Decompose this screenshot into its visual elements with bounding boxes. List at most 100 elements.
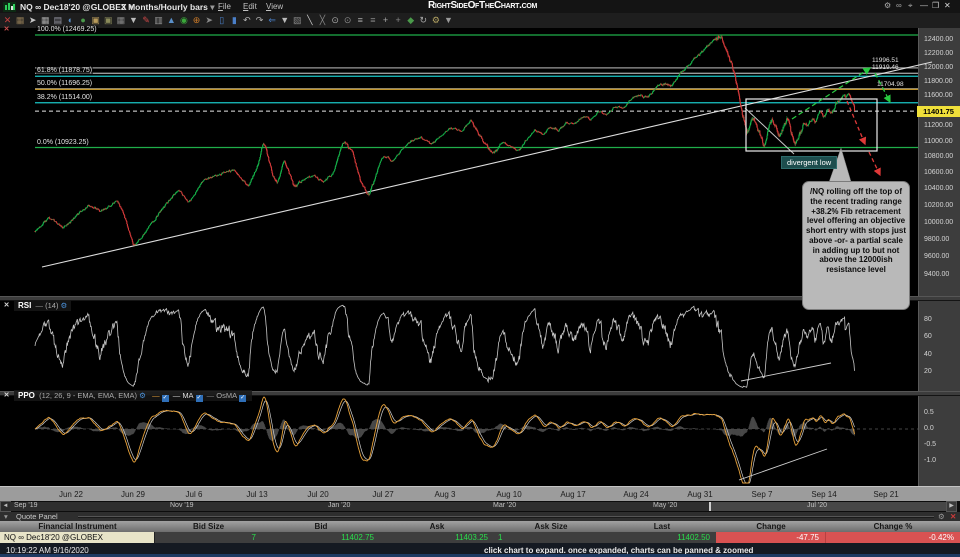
quote-last[interactable]: 11402.50 <box>608 532 716 543</box>
expand-v-icon[interactable]: + <box>393 14 404 27</box>
trading-app-window: { "window": { "symbol_title": "NQ ∞ Dec1… <box>0 0 960 557</box>
date-tick-label: Sep 7 <box>751 490 773 499</box>
mountain-icon[interactable]: ▲ <box>166 14 177 27</box>
close-price-pane-button[interactable]: ✕ <box>2 25 11 34</box>
collapse-icon[interactable]: ▾ <box>4 512 8 521</box>
globe-icon[interactable]: ◉ <box>178 14 189 27</box>
menu-edit[interactable]: Edit <box>243 2 257 11</box>
quote-change-pct[interactable]: -0.42% <box>826 532 960 543</box>
timeframe-selector[interactable]: 3 Months/Hourly bars ▾ <box>121 2 215 13</box>
target-icon[interactable]: ⊕ <box>191 14 202 27</box>
wrench-icon[interactable]: ⚙ <box>430 14 441 27</box>
snap-grid-icon[interactable]: ▦ <box>15 14 26 27</box>
grid2-icon[interactable]: ▦ <box>115 14 126 27</box>
quote-column-header[interactable]: Change % <box>826 522 960 531</box>
quote-close-icon[interactable]: ✕ <box>950 512 956 521</box>
rsi-settings-icon[interactable]: ⚙ <box>61 301 68 310</box>
minimize-icon[interactable]: — <box>920 1 928 10</box>
nav-range-label: Mar '20 <box>493 502 517 509</box>
ma-checkbox[interactable]: ✓ <box>195 395 203 402</box>
close-ppo-pane-button[interactable]: ✕ <box>2 391 11 400</box>
ppo-pane[interactable] <box>0 394 918 486</box>
panel-blue-icon[interactable]: ▯ <box>216 14 227 27</box>
scroll-right-button[interactable]: ▶ <box>946 501 957 512</box>
close-rsi-pane-button[interactable]: ✕ <box>2 301 11 310</box>
trendline-icon[interactable]: ╲ <box>304 14 315 27</box>
quote-column-header[interactable]: Financial Instrument <box>0 522 155 531</box>
quote-column-header[interactable]: Change <box>716 522 826 531</box>
more-icon[interactable]: ▼ <box>443 14 454 27</box>
app-icon <box>3 2 16 12</box>
nav-range-label: May '20 <box>653 502 678 509</box>
settings-gear-icon[interactable]: ⚙ <box>884 1 891 10</box>
quote-column-header[interactable]: Ask <box>380 522 494 531</box>
rsi-tick-label: 20 <box>924 368 932 375</box>
annotate-icon[interactable]: ✎ <box>141 14 152 27</box>
quote-settings-icon[interactable]: ⚙ <box>938 512 945 521</box>
link-charts-icon[interactable]: ∞ <box>896 1 902 10</box>
price-tick-label: 12000.00 <box>924 64 954 71</box>
ppo-checkbox[interactable]: ✓ <box>161 395 169 402</box>
quote-column-header[interactable]: Bid Size <box>155 522 262 531</box>
ppo-tick-label: 0.5 <box>924 409 934 416</box>
fib-level-label: 38.2% (11514.00) <box>36 94 94 101</box>
date-tick-label: Aug 3 <box>434 490 456 499</box>
dropdown-icon[interactable]: ▼ <box>128 14 139 27</box>
quote-bid[interactable]: 11402.75 <box>262 532 380 543</box>
quote-column-header[interactable]: Bid <box>262 522 380 531</box>
fib-ext-icon[interactable]: ≡ <box>367 14 378 27</box>
close-icon[interactable]: ✕ <box>944 1 951 10</box>
price-tick-label: 10200.00 <box>924 202 954 209</box>
rsi-pane[interactable] <box>0 299 918 391</box>
scrollbar-thumb[interactable] <box>709 502 946 511</box>
chart-tool-icon[interactable]: ▧ <box>292 14 303 27</box>
zoom-out-icon[interactable]: ⊙ <box>342 14 353 27</box>
bars-icon[interactable]: ▥ <box>153 14 164 27</box>
annotation-bubble[interactable]: /NQ rolling off the top of the recent tr… <box>802 181 910 310</box>
menu-view[interactable]: View <box>266 2 283 11</box>
panel-blue2-icon[interactable]: ▮ <box>229 14 240 27</box>
refresh-icon[interactable]: ↻ <box>418 14 429 27</box>
divergent-low-label[interactable]: divergent low <box>781 156 838 169</box>
quote-instrument[interactable]: NQ ∞ Dec18'20 @GLOBEX <box>0 532 155 543</box>
date-axis[interactable]: Jun 22 Jun 29 Jul 6 Jul 13 Jul 20 Jul 27 Aug 3… <box>0 486 960 502</box>
chart-symbol-title[interactable]: NQ ∞ Dec18'20 @GLOBEX ▾ <box>20 2 133 13</box>
quote-change[interactable]: -47.75 <box>716 532 826 543</box>
back-icon[interactable]: ⇐ <box>267 14 278 27</box>
shapes-icon[interactable]: ◆ <box>405 14 416 27</box>
date-tick-label: Jun 22 <box>58 490 84 499</box>
zoom-in-icon[interactable]: ⊙ <box>330 14 341 27</box>
redo-icon[interactable]: ↷ <box>254 14 265 27</box>
quote-panel-title: Quote Panel <box>16 512 58 521</box>
maximize-icon[interactable]: ❒ <box>932 1 939 10</box>
fib-retrace-icon[interactable]: ≡ <box>355 14 366 27</box>
quote-column-header[interactable]: Last <box>608 522 716 531</box>
quote-ask-size[interactable]: 1 <box>494 532 608 543</box>
quote-column-header[interactable]: Ask Size <box>494 522 608 531</box>
price-tick-label: 10800.00 <box>924 153 954 160</box>
quote-bid-size[interactable]: 7 <box>155 532 262 543</box>
ppo-settings-icon[interactable]: ⚙ <box>139 391 146 400</box>
quote-ask[interactable]: 11403.25 <box>380 532 494 543</box>
date-tick-label: Aug 10 <box>496 490 522 499</box>
quote-panel-titlebar[interactable]: ▾ Quote Panel ⚙ ✕ <box>0 512 960 521</box>
price-tick-label: 12200.00 <box>924 50 954 57</box>
menu-file[interactable]: File <box>218 2 231 11</box>
last-price-tag: 11401.75 <box>917 106 960 117</box>
crossline-icon[interactable]: ╳ <box>317 14 328 27</box>
expand-h-icon[interactable]: + <box>380 14 391 27</box>
osma-checkbox[interactable]: ✓ <box>239 395 247 402</box>
filter-icon[interactable]: ▼ <box>279 14 290 27</box>
time-scrollbar[interactable]: ◄ Sep '19 Nov '19 Jan '20 Mar '20 May '20 Jul… <box>0 501 960 512</box>
ppo-header[interactable]: PPO (12, 26, 9 - EMA, EMA, EMA) ⚙ — ✓ — M… <box>14 390 253 402</box>
folder2-icon[interactable]: ▣ <box>103 14 114 27</box>
quote-row[interactable]: NQ ∞ Dec18'20 @GLOBEX 7 11402.75 11403.25 1 1… <box>0 532 960 543</box>
price-level-label: 11919.46 <box>872 64 899 71</box>
fib-level-label: 0.0% (10923.25) <box>36 139 90 146</box>
pin-icon[interactable]: ⌖ <box>908 1 913 11</box>
date-tick-label: Aug 24 <box>623 490 649 499</box>
rsi-header[interactable]: RSI — (14) ⚙ <box>14 300 72 311</box>
price-tick-label: 9600.00 <box>924 253 950 260</box>
undo-icon[interactable]: ↶ <box>241 14 252 27</box>
cursor2-icon[interactable]: ➤ <box>204 14 215 27</box>
